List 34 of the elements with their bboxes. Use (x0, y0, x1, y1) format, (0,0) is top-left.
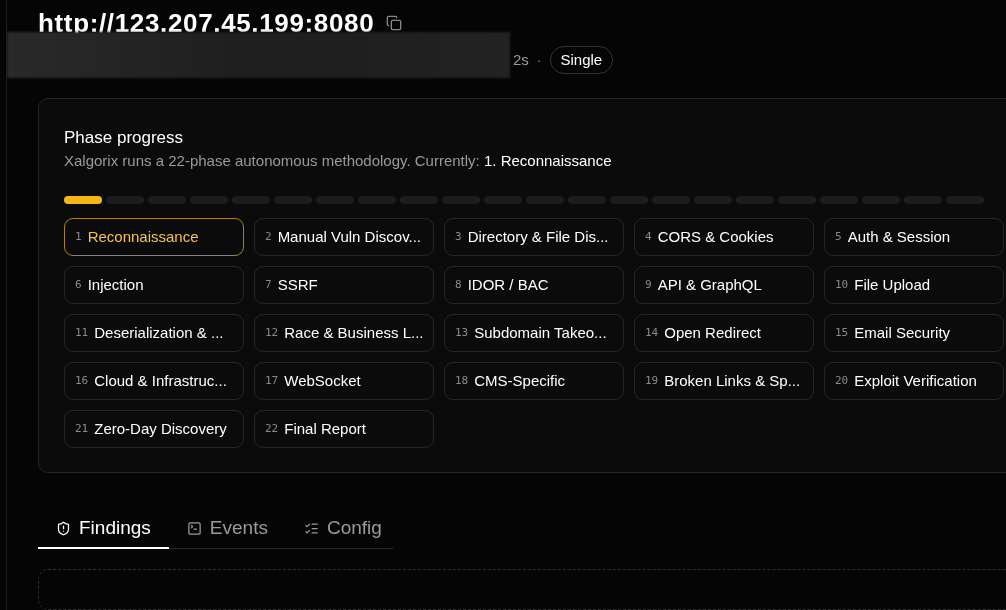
phase-chip[interactable]: 16 Cloud & Infrastruc... (64, 362, 244, 400)
phase-chip[interactable]: 6 Injection (64, 266, 244, 304)
phase-chip[interactable]: 12 Race & Business L... (254, 314, 434, 352)
phase-chip[interactable]: 1 Reconnaissance (64, 218, 244, 256)
card-title: Phase progress (64, 127, 185, 149)
phase-chip[interactable]: 14 Open Redirect (634, 314, 814, 352)
phase-chip[interactable]: 18 CMS-Specific (444, 362, 624, 400)
phase-chip[interactable]: 10 File Upload (824, 266, 1004, 304)
card-description: Xalgorix runs a 22-phase autonomous methodology. Currently: 1. Reconnaissance (64, 151, 613, 171)
phase-chip[interactable]: 3 Directory & File Dis... (444, 218, 624, 256)
phase-chip[interactable]: 11 Deserialization & ... (64, 314, 244, 352)
phase-chip[interactable]: 8 IDOR / BAC (444, 266, 624, 304)
target-url: http://123.207.45.199:8080 (38, 6, 375, 40)
separator: · (536, 50, 542, 70)
phase-chip[interactable]: 15 Email Security (824, 314, 1004, 352)
phase-chip[interactable]: 7 SSRF (254, 266, 434, 304)
phase-chip[interactable]: 19 Broken Links & Sp... (634, 362, 814, 400)
phase-chip[interactable]: 9 API & GraphQL (634, 266, 814, 304)
phase-chip[interactable]: 21 Zero-Day Discovery (64, 410, 244, 448)
phase-chip[interactable]: 17 WebSocket (254, 362, 434, 400)
shield-icon (56, 520, 71, 536)
phase-chip[interactable]: 13 Subdomain Takeo... (444, 314, 624, 352)
tab[interactable]: Events (168, 509, 286, 549)
phase-chip[interactable]: 20 Exploit Verification (824, 362, 1004, 400)
terminal-icon (186, 520, 202, 536)
phase-chip[interactable]: 5 Auth & Session (824, 218, 1004, 256)
copy-icon[interactable] (386, 15, 403, 31)
elapsed-time: 2s (513, 49, 529, 70)
tab[interactable]: Findings (38, 509, 169, 549)
phase-chip[interactable]: 2 Manual Vuln Discov... (254, 218, 434, 256)
phase-chip[interactable]: 22 Final Report (254, 410, 434, 448)
checklist-icon (303, 520, 319, 536)
phase-chip[interactable]: 4 CORS & Cookies (634, 218, 814, 256)
tab[interactable]: Config (285, 509, 400, 549)
